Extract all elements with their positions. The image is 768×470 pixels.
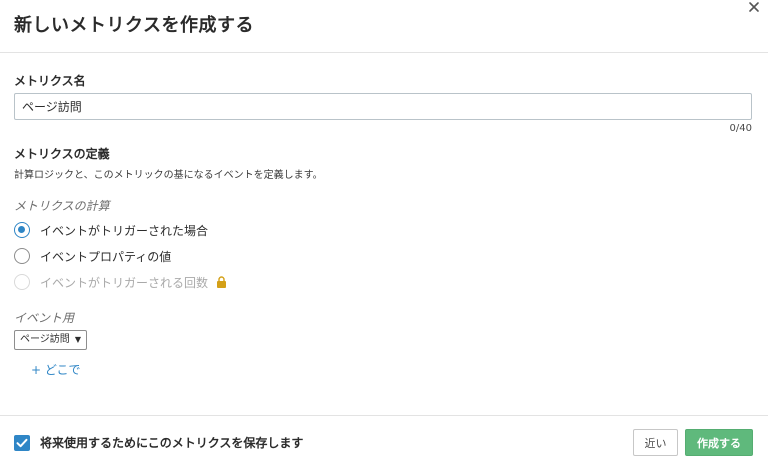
event-select-value: ページ訪問 [20, 334, 70, 345]
radio-option-event-triggered[interactable]: イベントがトリガーされた場合 [14, 221, 208, 239]
create-button[interactable]: 作成する [685, 429, 753, 456]
dialog-title: 新しいメトリクスを作成する [14, 15, 254, 36]
radio-option-label: イベントプロパティの値 [40, 249, 172, 264]
save-metric-checkbox[interactable] [14, 435, 30, 451]
event-select[interactable]: ページ訪問 ▼ [14, 330, 87, 350]
dialog-header: 新しいメトリクスを作成する [0, 0, 768, 53]
checkmark-icon [16, 438, 28, 448]
radio-option-label: イベントがトリガーされた場合 [40, 223, 209, 238]
radio-button-disabled [14, 274, 30, 290]
close-button[interactable]: 近い [633, 429, 678, 456]
save-metric-label: 将来使用するためにこのメトリクスを保存します [40, 436, 304, 450]
radio-option-label: イベントがトリガーされる回数 [40, 275, 209, 290]
metric-definition-label: メトリクスの定義 [14, 147, 110, 161]
caret-down-icon: ▼ [74, 335, 81, 344]
radio-button-selected[interactable] [14, 222, 30, 238]
metric-definition-description: 計算ロジックと、このメトリックの基になるイベントを定義します。 [14, 170, 323, 181]
metric-name-input[interactable] [14, 93, 752, 120]
radio-option-event-count: イベントがトリガーされる回数 [14, 273, 227, 291]
metric-name-label: メトリクス名 [14, 74, 86, 88]
close-icon[interactable] [747, 0, 761, 14]
radio-option-event-property-value[interactable]: イベントプロパティの値 [14, 247, 171, 265]
add-where-link[interactable]: + どこで [31, 361, 81, 378]
character-counter: 0/40 [729, 123, 752, 134]
lock-icon [217, 276, 227, 288]
metric-calculation-label: メトリクスの計算 [14, 199, 110, 213]
radio-button[interactable] [14, 248, 30, 264]
event-label: イベント用 [14, 311, 75, 325]
